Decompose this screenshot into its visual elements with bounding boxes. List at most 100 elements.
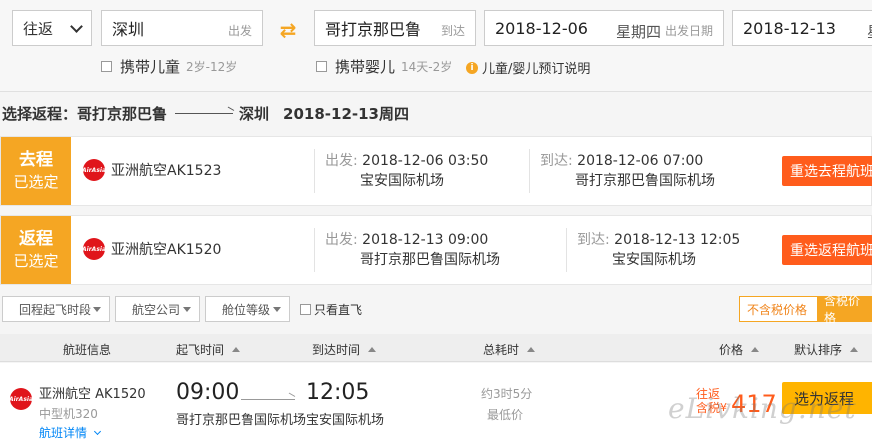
filter-bar: 回程起飞时段 航空公司 舱位等级 只看直飞 不含税价格 含税价格 <box>0 294 872 325</box>
caret-down-icon <box>183 307 191 312</box>
depart-weekday: 星期四 <box>615 23 661 41</box>
result-dep-time: 09:00 <box>176 380 240 405</box>
arr-airport: 哥打京那巴鲁国际机场 <box>575 173 715 189</box>
arr-airport: 宝安国际机场 <box>612 252 696 268</box>
dep-time: 2018-12-06 03:50 <box>362 153 489 169</box>
to-city-label: 到达 <box>440 24 465 38</box>
depart-date-value: 2018-12-06 <box>495 18 588 38</box>
direct-only-label: 只看直飞 <box>314 303 363 317</box>
sort-up-icon <box>232 347 241 352</box>
filter-label: 回程起飞时段 <box>19 302 92 317</box>
trip-type-select[interactable]: 往返 <box>12 10 92 46</box>
result-dep-airport: 哥打京那巴鲁国际机场 <box>176 413 307 428</box>
col-label: 航班信息 <box>63 343 112 357</box>
result-duration: 约3时5分 <box>481 387 533 401</box>
tag-main: 去程 <box>19 150 53 170</box>
arr-time: 2018-12-13 12:05 <box>614 232 741 248</box>
airline-info: AirAsia 亚洲航空AK1520 <box>82 238 221 260</box>
from-city-label: 出发 <box>227 24 252 38</box>
route-destination: 深圳 <box>239 105 270 123</box>
col-arr-time-sort[interactable]: 到达时间 <box>312 341 377 358</box>
airline-flight: 亚洲航空AK1523 <box>111 163 222 179</box>
filter-label: 舱位等级 <box>222 302 271 317</box>
dep-label: 出发: <box>325 232 358 248</box>
with-infant-label: 携带婴儿 <box>335 58 396 76</box>
child-age-hint: 2岁-12岁 <box>186 60 238 74</box>
infant-age-hint: 14天-2岁 <box>401 60 453 74</box>
checkbox-icon <box>101 61 112 72</box>
caret-down-icon <box>273 307 281 312</box>
return-date-input[interactable]: 2018-12-13 星 <box>732 10 872 46</box>
col-default-sort[interactable]: 默认排序 <box>794 341 859 358</box>
selected-outbound-card: 去程 已选定 AirAsia 亚洲航空AK1523 出发: 2018-12-06… <box>0 136 872 206</box>
arr-time: 2018-12-06 07:00 <box>577 153 704 169</box>
return-weekday: 星 <box>867 21 872 42</box>
rebook-outbound-button[interactable]: 重选去程航班 <box>782 156 872 186</box>
from-city-value: 深圳 <box>112 20 145 39</box>
swap-cities-icon[interactable]: ⇄ <box>270 16 306 44</box>
sort-up-icon <box>527 347 536 352</box>
tag-sub: 已选定 <box>13 252 59 270</box>
trip-type-value: 往返 <box>23 19 54 38</box>
airline-info: AirAsia 亚洲航空AK1523 <box>82 159 222 181</box>
airasia-logo-icon: AirAsia <box>82 238 106 260</box>
arrival-info: 到达: 2018-12-06 07:00 哥打京那巴鲁国际机场 <box>540 151 715 191</box>
to-city-input[interactable]: 哥打京那巴鲁 到达 <box>314 10 476 46</box>
dep-airport: 哥打京那巴鲁国际机场 <box>360 252 500 268</box>
departure-info: 出发: 2018-12-13 09:00 哥打京那巴鲁国际机场 <box>325 230 500 270</box>
col-flight-info: 航班信息 <box>63 341 111 358</box>
col-label: 起飞时间 <box>176 343 225 357</box>
airasia-logo-icon: AirAsia <box>9 388 33 410</box>
price-excl-tax-tab[interactable]: 不含税价格 <box>740 297 817 321</box>
chevron-down-icon <box>70 19 83 33</box>
divider <box>314 149 315 193</box>
dep-label: 出发: <box>325 153 358 169</box>
sort-up-icon <box>850 347 859 352</box>
results-header: 航班信息 起飞时间 到达时间 总耗时 价格 默认排序 <box>0 334 872 362</box>
sort-up-icon <box>751 347 760 352</box>
price-incl-tax-tab[interactable]: 含税价格 <box>817 294 872 325</box>
divider <box>314 228 315 272</box>
depart-date-input[interactable]: 2018-12-06 星期四 出发日期 <box>484 10 724 46</box>
divider <box>0 91 872 92</box>
watermark: eLivking.net <box>668 392 857 425</box>
with-child-label: 携带儿童 <box>120 58 181 76</box>
flight-details-link[interactable]: 航班详情 <box>39 424 102 441</box>
result-airline: 亚洲航空 AK1520 <box>39 387 146 402</box>
result-aircraft: 中型机320 <box>39 407 98 421</box>
checkbox-icon <box>300 304 311 315</box>
col-dep-time-sort[interactable]: 起飞时间 <box>176 341 241 358</box>
filter-departure-period[interactable]: 回程起飞时段 <box>2 296 110 322</box>
route-heading: 选择返程：哥打京那巴鲁 深圳 2018-12-13周四 <box>2 103 409 124</box>
rebook-return-button[interactable]: 重选返程航班 <box>782 235 872 265</box>
return-tag: 返程 已选定 <box>1 216 71 284</box>
booking-info-link[interactable]: i 儿童/婴儿预订说明 <box>466 58 590 77</box>
tag-sub: 已选定 <box>13 173 59 191</box>
checkbox-icon <box>316 61 327 72</box>
airasia-logo-icon: AirAsia <box>82 159 106 181</box>
sort-up-icon <box>368 347 377 352</box>
dep-airport: 宝安国际机场 <box>360 173 444 189</box>
departure-info: 出发: 2018-12-06 03:50 宝安国际机场 <box>325 151 488 191</box>
price-toggle: 不含税价格 含税价格 <box>739 294 872 325</box>
col-label: 价格 <box>719 343 744 357</box>
col-price-sort[interactable]: 价格 <box>719 341 760 358</box>
direct-only-checkbox[interactable]: 只看直飞 <box>300 301 362 318</box>
caret-down-icon <box>93 307 101 312</box>
divider <box>566 228 567 272</box>
arr-label: 到达: <box>577 232 610 248</box>
filter-airline[interactable]: 航空公司 <box>115 296 200 322</box>
outbound-tag: 去程 已选定 <box>1 137 71 205</box>
col-label: 总耗时 <box>483 343 520 357</box>
from-city-input[interactable]: 深圳 出发 <box>101 10 263 46</box>
lowest-price-tag: 最低价 <box>487 408 524 422</box>
route-prefix: 选择返程：哥打京那巴鲁 <box>2 105 168 123</box>
result-arr-time: 12:05 <box>306 380 370 405</box>
with-child-checkbox[interactable]: 携带儿童 2岁-12岁 <box>101 56 237 77</box>
filter-cabin-class[interactable]: 舱位等级 <box>205 296 290 322</box>
arr-label: 到达: <box>540 153 573 169</box>
col-duration-sort[interactable]: 总耗时 <box>483 341 536 358</box>
chevron-down-icon <box>93 427 102 435</box>
with-infant-checkbox[interactable]: 携带婴儿 14天-2岁 <box>316 56 452 77</box>
depart-date-label: 出发日期 <box>664 24 713 38</box>
